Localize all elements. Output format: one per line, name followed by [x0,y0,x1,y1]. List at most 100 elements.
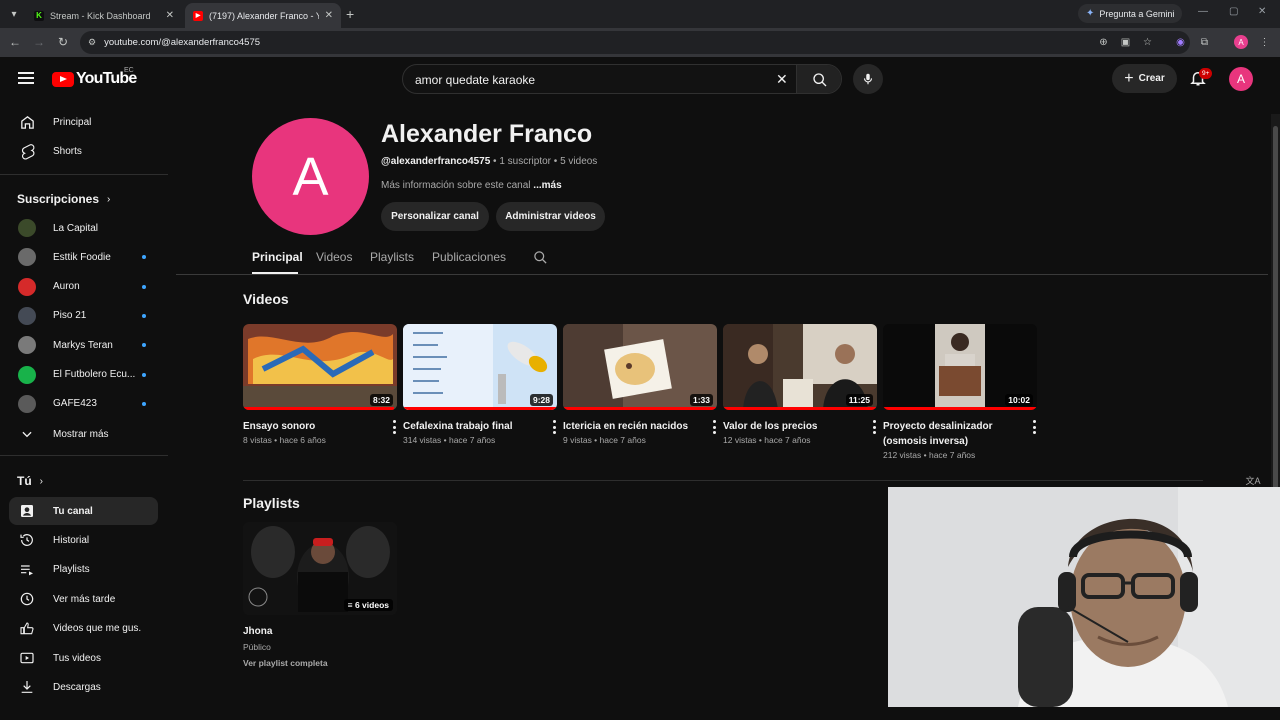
channel-description[interactable]: Más información sobre este canal ...más [381,180,562,191]
close-tab-icon[interactable]: ✕ [325,10,333,21]
video-thumbnail[interactable]: 11:25 [723,324,877,410]
sidebar-item-history[interactable]: Historial [9,526,158,554]
playlist-title[interactable]: Jhona [243,624,397,639]
close-window-icon[interactable]: ✕ [1258,6,1266,17]
more-options-icon[interactable] [391,420,397,434]
download-icon [17,677,37,697]
sidebar-item-clock[interactable]: Ver más tarde [9,585,158,613]
new-tab-icon[interactable]: + [346,6,354,22]
subscriptions-heading[interactable]: Suscripciones › [17,192,110,206]
tab-search-icon[interactable]: ▾ [5,5,23,23]
url-field[interactable]: ⚙ youtube.com/@alexanderfranco4575 [80,31,1190,54]
video-title[interactable]: Ictericia en recién nacidos [563,419,717,434]
sidebar-item-subscription[interactable]: Auron [9,273,158,301]
watch-progress-bar [723,407,877,410]
video-title[interactable]: Ensayo sonoro [243,419,397,434]
extensions-puzzle-icon[interactable]: ⧉ [1198,36,1211,49]
subscription-avatar [17,277,37,297]
youtube-logo[interactable]: YouTube EC [52,67,137,88]
subscription-avatar [17,394,37,414]
video-card[interactable]: 9:28 Cefalexina trabajo final 314 vistas •… [403,324,557,445]
channel-avatar[interactable]: A [252,118,369,235]
sidebar-item-subscription[interactable]: GAFE423 [9,390,158,418]
history-icon [17,530,37,550]
voice-search-button[interactable] [853,64,883,94]
video-thumbnail[interactable]: 1:33 [563,324,717,410]
account-avatar[interactable]: A [1229,67,1253,91]
more-options-icon[interactable] [551,420,557,434]
menu-icon[interactable] [18,72,34,84]
new-content-dot [142,343,146,348]
close-tab-icon[interactable]: ✕ [166,10,174,21]
more-link[interactable]: ...más [533,180,561,191]
tab-posts[interactable]: Publicaciones [432,250,506,264]
bookmark-star-icon[interactable]: ☆ [1141,36,1154,49]
browser-profile-avatar[interactable]: A [1234,35,1248,49]
video-card[interactable]: 8:32 Ensayo sonoro 8 vistas • hace 6 años [243,324,397,445]
playlist-thumbnail[interactable]: ≡ 6 videos [243,522,397,615]
subscription-avatar [17,365,37,385]
sidebar-item-subscription[interactable]: Esttik Foodie [9,243,158,271]
maximize-icon[interactable]: ▢ [1229,6,1238,17]
back-icon[interactable]: ← [8,35,22,49]
video-title[interactable]: Proyecto desalinizador (osmosis inversa) [883,419,1037,449]
new-content-dot [142,284,146,289]
create-button[interactable]: + Crear [1112,64,1177,93]
video-card[interactable]: 10:02 Proyecto desalinizador (osmosis inv… [883,324,1037,460]
more-options-icon[interactable] [871,420,877,434]
reload-icon[interactable]: ↻ [56,35,70,49]
search-box[interactable]: amor quedate karaoke ✕ [402,64,842,94]
video-card[interactable]: 11:25 Valor de los precios 12 vistas • hac… [723,324,877,445]
site-info-icon[interactable]: ⚙ [88,37,96,48]
sidebar-item-subscription[interactable]: El Futbolero Ecu... [9,361,158,389]
sidebar-item-home[interactable]: Principal [9,108,158,136]
sidebar-item-download[interactable]: Descargas [9,673,158,701]
playlist-card[interactable]: ≡ 6 videos Jhona Público Ver playlist co… [243,522,397,668]
sidebar-item-your-videos[interactable]: Tus videos [9,644,158,672]
video-thumbnail[interactable]: 9:28 [403,324,557,410]
video-thumbnail[interactable]: 10:02 [883,324,1037,410]
sidebar-item-subscription[interactable]: Piso 21 [9,302,158,330]
video-duration: 11:25 [845,394,873,406]
zoom-icon[interactable]: ⊕ [1097,36,1110,49]
more-options-icon[interactable] [711,420,717,434]
webcam-overlay [888,487,1280,707]
video-card[interactable]: 1:33 Ictericia en recién nacidos 9 vistas … [563,324,717,445]
like-icon [17,619,37,639]
sidebar-item-shorts[interactable]: Shorts [9,137,158,165]
clear-search-icon[interactable]: ✕ [776,71,788,88]
video-thumbnail[interactable]: 8:32 [243,324,397,410]
sidebar-item-channel[interactable]: Tu canal [9,497,158,525]
more-options-icon[interactable] [1031,420,1037,434]
minimize-icon[interactable]: — [1198,6,1208,17]
video-title[interactable]: Cefalexina trabajo final [403,419,557,434]
page-scrollbar[interactable] [1271,114,1280,544]
manage-videos-button[interactable]: Administrar videos [496,202,605,231]
show-more-button[interactable]: Mostrar más [9,420,158,448]
you-heading[interactable]: Tú › [17,474,43,488]
tab-videos[interactable]: Videos [316,250,352,264]
sidebar-item-playlists[interactable]: Playlists [9,556,158,584]
view-full-playlist-link[interactable]: Ver playlist completa [243,658,397,668]
sidebar-item-like[interactable]: Videos que me gus... [9,615,158,643]
browser-menu-icon[interactable]: ⋮ [1258,36,1271,49]
customize-channel-button[interactable]: Personalizar canal [381,202,489,231]
browser-tab-youtube[interactable]: ▶ (7197) Alexander Franco - YouT ✕ [185,3,341,28]
playlist-count: ≡ 6 videos [343,599,393,611]
tab-playlists[interactable]: Playlists [370,250,414,264]
extension-icon[interactable]: ◉ [1174,36,1187,49]
forward-icon[interactable]: → [32,35,46,49]
search-input[interactable]: amor quedate karaoke [415,73,535,87]
browser-tab-kick[interactable]: K Stream - Kick Dashboard ✕ [26,3,182,28]
install-app-icon[interactable]: ▣ [1119,36,1132,49]
channel-search-icon[interactable] [533,250,548,270]
sidebar-item-subscription[interactable]: La Capital [9,214,158,242]
search-button[interactable] [796,65,841,93]
video-title[interactable]: Valor de los precios [723,419,877,434]
sidebar-item-subscription[interactable]: Markys Teran [9,331,158,359]
subscription-avatar [17,218,37,238]
scrollbar-thumb[interactable] [1273,126,1278,536]
gemini-button[interactable]: ✦ Pregunta a Gemini [1078,4,1183,23]
tab-home[interactable]: Principal [252,250,303,264]
address-bar: ← → ↻ ⚙ youtube.com/@alexanderfranco4575… [0,28,1280,57]
